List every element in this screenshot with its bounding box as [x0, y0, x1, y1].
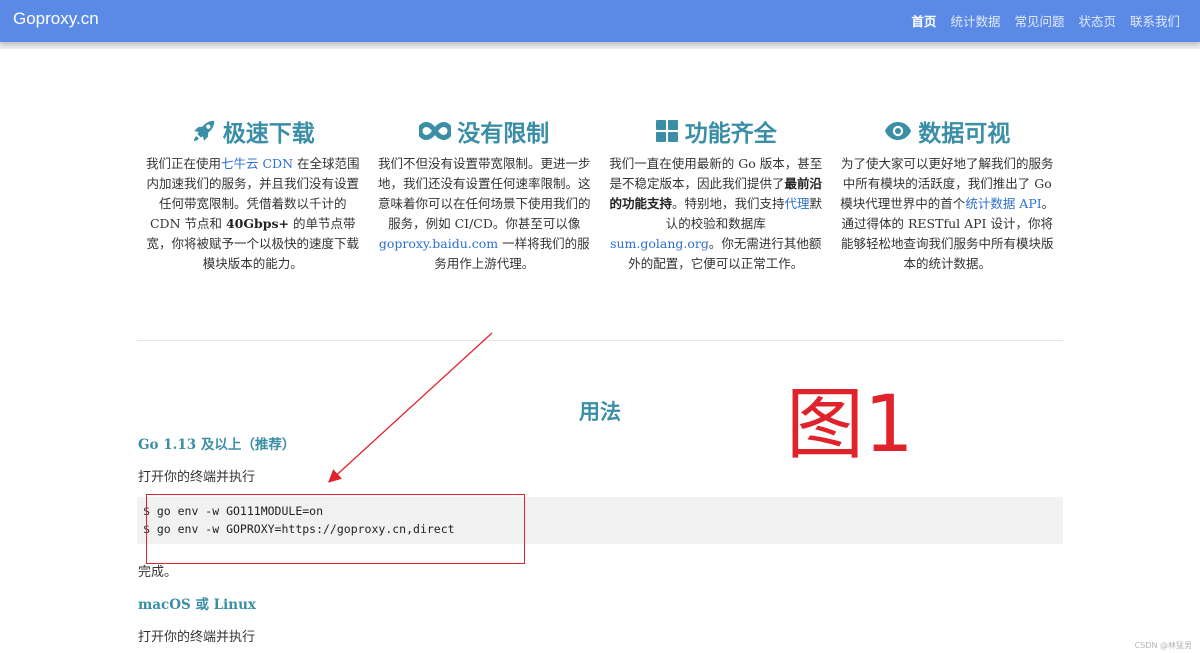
- annotation-label: 图1: [786, 380, 914, 470]
- annotation-highlight-box: [146, 494, 525, 564]
